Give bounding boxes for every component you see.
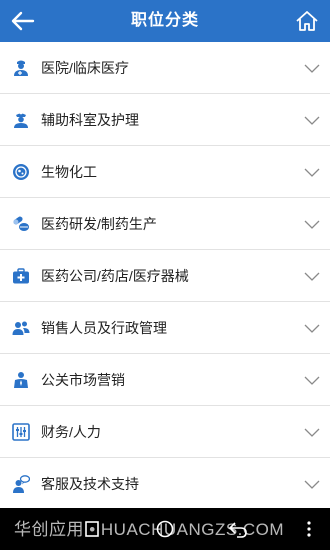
category-label: 医院/临床医疗 [41,60,129,76]
category-item-nursing[interactable]: 辅助科室及护理 [0,94,330,146]
category-item-pharma-company[interactable]: 医药公司/药店/医疗器械 [0,250,330,302]
chevron-down-icon [304,324,320,333]
people-icon [12,319,30,337]
chevron-down-icon [304,168,320,177]
category-label: 公关市场营销 [41,372,125,388]
category-label: 辅助科室及护理 [41,112,139,128]
category-item-pharma-rd[interactable]: 医药研发/制药生产 [0,198,330,250]
pills-icon [12,215,30,233]
category-label: 医药研发/制药生产 [41,216,157,232]
category-label: 生物化工 [41,164,97,180]
category-item-customer-service[interactable]: 客服及技术支持 [0,458,330,510]
home-icon[interactable] [294,8,320,34]
finance-icon [12,423,30,441]
category-label: 财务/人力 [41,424,101,440]
category-item-hospital[interactable]: 医院/临床医疗 [0,42,330,94]
chevron-down-icon [304,376,320,385]
category-label: 客服及技术支持 [41,476,139,492]
presenter-icon [12,371,30,389]
chevron-down-icon [304,64,320,73]
chevron-down-icon [304,428,320,437]
category-label: 销售人员及行政管理 [41,320,167,336]
support-icon [12,475,30,493]
category-list: 医院/临床医疗 辅助科室及护理 生物化工 医药研发/制药生产 医药公司/药店/医… [0,42,330,510]
chevron-down-icon [304,480,320,489]
category-item-biochem[interactable]: 生物化工 [0,146,330,198]
category-label: 医药公司/药店/医疗器械 [41,268,189,284]
chevron-down-icon [304,220,320,229]
chevron-down-icon [304,116,320,125]
category-item-sales-admin[interactable]: 销售人员及行政管理 [0,302,330,354]
more-options-icon[interactable] [304,519,314,539]
page-title: 职位分类 [130,12,199,29]
medkit-icon [12,267,30,285]
watermark-text: 华创应用 • HUACHUANGZS.COM [14,520,285,539]
app-header: 职位分类 [0,0,330,42]
category-item-pr-marketing[interactable]: 公关市场营销 [0,354,330,406]
doctor-icon [12,59,30,77]
nurse-icon [12,111,30,129]
cell-icon [12,163,30,181]
chevron-down-icon [304,272,320,281]
category-item-finance-hr[interactable]: 财务/人力 [0,406,330,458]
